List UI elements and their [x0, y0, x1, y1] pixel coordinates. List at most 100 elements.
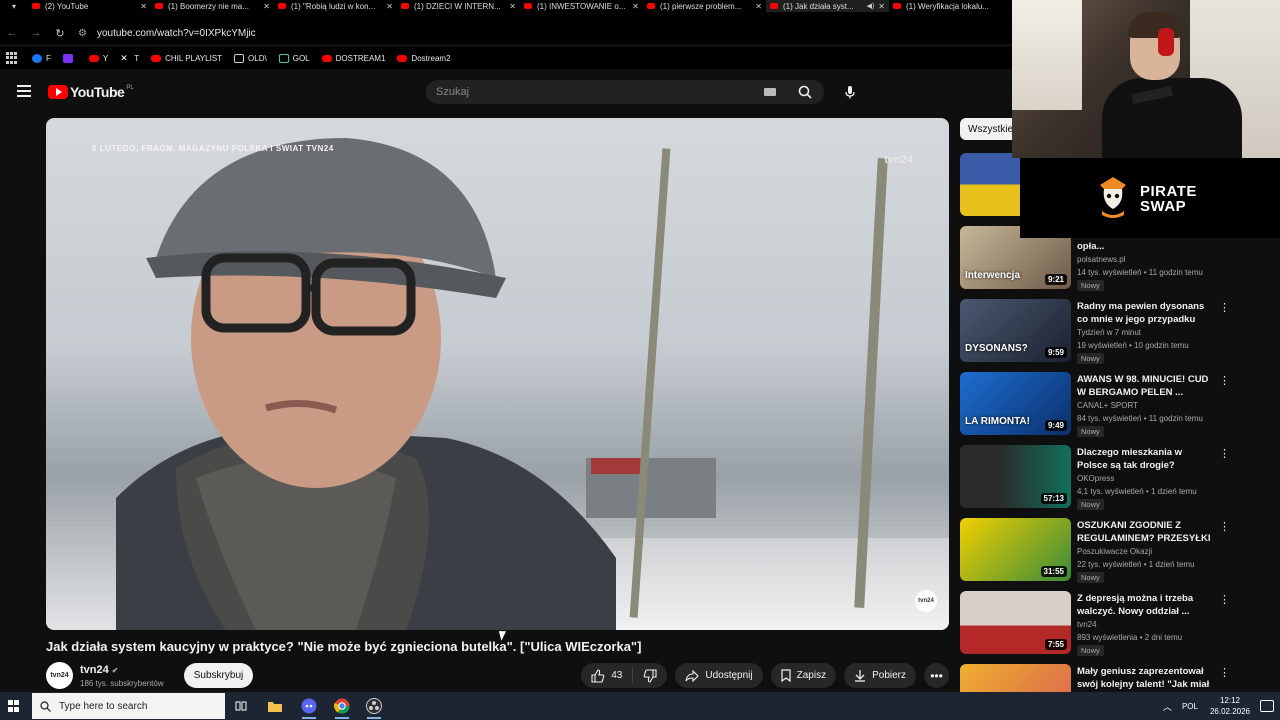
back-arrow-icon[interactable]: ← — [0, 22, 24, 44]
recommendation-title[interactable]: Dlaczego mieszkania w Polsce są tak drog… — [1077, 446, 1211, 472]
recommendation-channel[interactable]: CANAL+ SPORT — [1077, 401, 1138, 410]
video-thumbnail[interactable]: DYSONANS? 9:59 — [960, 299, 1071, 362]
download-button[interactable]: Pobierz — [844, 663, 916, 688]
video-thumbnail[interactable]: LA RIMONTA! 9:49 — [960, 372, 1071, 435]
chrome-app-icon[interactable] — [333, 697, 351, 719]
task-view-icon[interactable] — [232, 697, 250, 715]
keyboard-language[interactable]: POL — [1182, 702, 1198, 711]
duration-badge: 7:55 — [1044, 639, 1067, 650]
youtube-logo[interactable]: YouTube PL — [48, 84, 134, 100]
recommendation-item[interactable]: 57:13 Dlaczego mieszkania w Polsce są ta… — [960, 445, 1230, 511]
video-thumbnail[interactable]: 31:55 — [960, 518, 1071, 581]
recommendation-title[interactable]: Z depresją można i trzeba walczyć. Nowy … — [1077, 592, 1211, 618]
keyboard-icon[interactable] — [764, 88, 776, 96]
site-info-icon[interactable]: ⚙ — [78, 28, 87, 39]
tab-search-chevron-icon[interactable]: ▾ — [0, 0, 28, 12]
recommendation-item[interactable]: DYSONANS? 9:59 Radny ma pewien dysonans … — [960, 299, 1230, 365]
video-thumbnail[interactable]: 7:55 — [960, 591, 1071, 654]
browser-tab[interactable]: (1) pierwsze problem... ✕ — [643, 0, 766, 12]
tab-close-icon[interactable]: ✕ — [755, 2, 762, 11]
voice-search-button[interactable] — [836, 80, 864, 104]
youtube-favicon-icon — [278, 3, 286, 9]
subscribe-button[interactable]: Subskrybuj — [184, 663, 253, 688]
recommendation-channel[interactable]: tvn24 — [1077, 620, 1097, 629]
windows-start-icon[interactable] — [8, 700, 20, 712]
bookmark-item[interactable]: Dostream2 — [397, 54, 451, 63]
recommendation-title[interactable]: AWANS W 98. MINUCIE! CUD W BERGAMO PELEN… — [1077, 373, 1211, 399]
recommendation-title[interactable]: Radny ma pewien dysonans co mnie w jego … — [1077, 300, 1211, 326]
browser-tab[interactable]: (1) "Robią ludzi w kon... ✕ — [274, 0, 397, 12]
reload-icon[interactable]: ↻ — [48, 22, 72, 44]
twitch-icon — [62, 53, 73, 63]
recommendation-channel[interactable]: OKOpress — [1077, 474, 1114, 483]
more-options-icon[interactable]: ⋮ — [1219, 520, 1230, 533]
webcam-window-bg — [1012, 0, 1082, 110]
discord-app-icon[interactable] — [300, 697, 318, 719]
tab-close-icon[interactable]: ✕ — [263, 2, 270, 11]
search-input[interactable]: Szukaj — [426, 80, 786, 104]
like-button[interactable]: 43 — [581, 663, 632, 688]
more-options-icon[interactable]: ⋮ — [1219, 593, 1230, 606]
video-thumbnail[interactable]: 57:13 — [960, 445, 1071, 508]
taskbar-search-input[interactable]: Type here to search — [32, 693, 225, 719]
channel-name[interactable]: tvn24 ✔ — [80, 664, 118, 676]
browser-tab[interactable]: (2) YouTube ✕ — [28, 0, 151, 12]
more-options-icon[interactable]: ⋮ — [1219, 447, 1230, 460]
apps-grid-icon[interactable] — [6, 52, 18, 64]
more-options-icon[interactable]: ⋮ — [1219, 374, 1230, 387]
youtube-favicon-icon — [647, 3, 655, 9]
menu-hamburger-icon[interactable] — [17, 85, 31, 97]
bookmark-item[interactable]: Y — [88, 54, 108, 63]
channel-watermark-badge[interactable]: tvn24 — [915, 590, 937, 612]
recommendation-title[interactable]: OSZUKANI ZGODNIE Z REGULAMINEM? PRZESYŁK… — [1077, 519, 1211, 545]
tray-overflow-chevron-icon[interactable]: ︿ — [1163, 700, 1172, 713]
recommendation-item[interactable]: 31:55 OSZUKANI ZGODNIE Z REGULAMINEM? PR… — [960, 518, 1230, 584]
url-bar[interactable]: ⚙ youtube.com/watch?v=0IXPkcYMjic — [72, 22, 1012, 44]
more-options-icon[interactable]: ⋮ — [1219, 301, 1230, 314]
tab-close-icon[interactable]: ✕ — [386, 2, 393, 11]
recommendation-title[interactable]: Mały geniusz zaprezentował swój kolejny … — [1077, 665, 1211, 691]
bookmark-item[interactable] — [62, 53, 77, 63]
more-actions-icon[interactable]: ••• — [924, 663, 949, 688]
more-options-icon[interactable]: ⋮ — [1219, 666, 1230, 679]
bookmark-item[interactable]: CHIL PLAYLIST — [151, 54, 222, 63]
recommendation-item[interactable]: Mały geniusz zaprezentował swój kolejny … — [960, 664, 1230, 692]
recommendation-channel[interactable]: polsatnews.pl — [1077, 255, 1125, 264]
recommendation-item[interactable]: 7:55 Z depresją można i trzeba walczyć. … — [960, 591, 1230, 657]
search-button[interactable] — [786, 80, 824, 104]
bookmark-folder[interactable]: OLD\ — [234, 53, 267, 63]
like-dislike-group: 43 — [581, 663, 668, 688]
tab-close-icon[interactable]: ✕ — [509, 2, 516, 11]
tab-close-icon[interactable]: ✕ — [878, 2, 885, 11]
speaker-icon[interactable]: ◀) — [867, 2, 875, 10]
recommendation-item[interactable]: LA RIMONTA! 9:49 AWANS W 98. MINUCIE! CU… — [960, 372, 1230, 438]
bookmark-item[interactable]: ✕ T — [120, 53, 139, 63]
browser-tab[interactable]: (1) DZIECI W INTERN... ✕ — [397, 0, 520, 12]
folder-icon — [234, 53, 245, 63]
browser-tab[interactable]: (1) Weryfikacja lokalu... — [889, 0, 1012, 12]
notification-center-icon[interactable] — [1260, 700, 1274, 712]
recommendation-channel[interactable]: Poszukiwacze Okazji — [1077, 547, 1152, 556]
save-button[interactable]: Zapisz — [770, 663, 837, 688]
video-player[interactable]: 5 LUTEGO, FRAGM. MAGAZYNU POLSKA I ŚWIAT… — [46, 118, 949, 630]
tab-close-icon[interactable]: ✕ — [140, 2, 147, 11]
browser-tab-active[interactable]: (1) Jak działa syst... ◀) ✕ — [766, 0, 889, 12]
video-thumbnail[interactable] — [960, 664, 1071, 692]
bookmark-item[interactable]: F — [32, 53, 51, 63]
browser-tab[interactable]: (1) Boomerzy nie ma... ✕ — [151, 0, 274, 12]
obs-app-icon[interactable] — [365, 697, 383, 719]
forward-arrow-icon[interactable]: → — [24, 22, 48, 44]
browser-tab[interactable]: (1) INWESTOWANIE o... ✕ — [520, 0, 643, 12]
dislike-button[interactable] — [633, 663, 667, 688]
channel-avatar[interactable]: tvn24 — [46, 662, 73, 689]
tab-close-icon[interactable]: ✕ — [632, 2, 639, 11]
bookmark-item[interactable]: GOL — [278, 53, 310, 63]
video-caption-overlay: 5 LUTEGO, FRAGM. MAGAZYNU POLSKA I ŚWIAT… — [92, 144, 334, 153]
recommendation-channel[interactable]: Tydzień w 7 minut — [1077, 328, 1141, 337]
new-badge: Nowy — [1077, 499, 1104, 510]
taskbar-clock[interactable]: 12:12 26.02.2026 — [1210, 695, 1250, 717]
bookmark-item[interactable]: DOSTREAM1 — [321, 54, 385, 63]
file-explorer-icon[interactable] — [266, 697, 284, 715]
share-button[interactable]: Udostępnij — [675, 663, 763, 688]
address-bar-row: ← → ↻ ⚙ youtube.com/watch?v=0IXPkcYMjic — [0, 22, 1012, 44]
